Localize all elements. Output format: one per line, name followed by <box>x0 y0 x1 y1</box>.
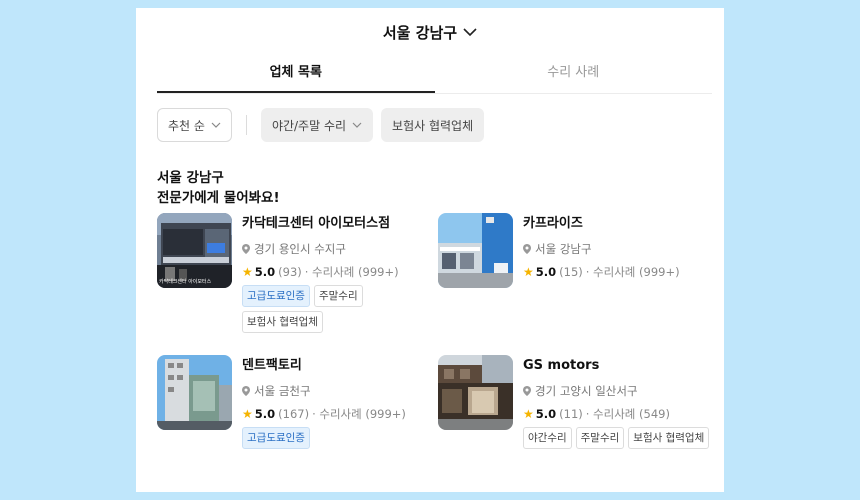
shop-location: 경기 고양시 일산서구 <box>523 383 713 399</box>
shop-card[interactable]: 카프라이즈 서울 강남구 ★ 5.0 (15) · 수리사례 (999+) <box>438 213 717 339</box>
star-icon: ★ <box>242 265 253 279</box>
location-text: 경기 용인시 수지구 <box>254 242 346 256</box>
tab-bar: 업체 목록 수리 사례 <box>157 56 712 94</box>
repair-case-count: · 수리사례 (999+) <box>312 407 406 421</box>
star-icon: ★ <box>523 407 534 421</box>
chevron-down-icon <box>211 122 221 128</box>
shop-tags: 야간수리 주말수리 보험사 협력업체 <box>523 427 713 449</box>
photo-caption-logo: 카닥테크센터 아이모터스 <box>159 279 212 285</box>
location-text: 서울 금천구 <box>254 384 311 398</box>
shop-info: 카프라이즈 서울 강남구 ★ 5.0 (15) · 수리사례 (999+) <box>523 213 680 339</box>
tag-badge: 고급도료인증 <box>242 427 310 449</box>
chevron-down-icon <box>352 122 362 128</box>
headline-subtitle: 전문가에게 물어봐요! <box>157 190 280 206</box>
repair-case-count: · 수리사례 (999+) <box>585 265 680 279</box>
location-text: 서울 강남구 <box>535 242 592 256</box>
sort-dropdown[interactable]: 추천 순 <box>157 108 232 142</box>
star-icon: ★ <box>242 407 253 421</box>
shop-info: 덴트팩토리 서울 금천구 ★ 5.0 (167) · 수리사례 (999+) 고… <box>242 355 432 481</box>
shop-photo[interactable] <box>438 213 513 288</box>
shop-photo[interactable] <box>157 355 232 430</box>
shop-grid: 카닥테크센터 아이모터스 카닥테크센터 아이모터스점 경기 용인시 수지구 ★ … <box>157 213 717 481</box>
repair-case-count: · 수리사례 (549) <box>585 407 670 421</box>
shop-tags: 고급도료인증 <box>242 427 432 449</box>
shop-card[interactable]: 덴트팩토리 서울 금천구 ★ 5.0 (167) · 수리사례 (999+) 고… <box>157 355 438 481</box>
insurance-partner-label: 보험사 협력업체 <box>392 118 474 133</box>
shop-rating: ★ 5.0 (93) · 수리사례 (999+) <box>242 264 432 280</box>
shop-photo[interactable]: 카닥테크센터 아이모터스 <box>157 213 232 288</box>
shop-name[interactable]: 카닥테크센터 아이모터스점 <box>242 216 432 232</box>
review-count: (93) <box>278 265 302 279</box>
insurance-partner-filter[interactable]: 보험사 협력업체 <box>381 108 485 142</box>
map-pin-icon <box>242 244 250 254</box>
tab-repair-cases[interactable]: 수리 사례 <box>435 56 713 93</box>
filter-bar: 추천 순 야간/주말 수리 보험사 협력업체 <box>136 94 724 142</box>
shop-card[interactable]: GS motors 경기 고양시 일산서구 ★ 5.0 (11) · 수리사례 … <box>438 355 717 481</box>
shop-name[interactable]: 카프라이즈 <box>523 216 680 232</box>
filter-divider <box>245 115 247 135</box>
shop-photo[interactable] <box>438 355 513 430</box>
review-count: (167) <box>278 407 310 421</box>
map-pin-icon <box>523 244 531 254</box>
shop-rating: ★ 5.0 (15) · 수리사례 (999+) <box>523 264 680 280</box>
tag-badge: 야간수리 <box>523 427 572 449</box>
sort-label: 추천 순 <box>168 118 205 133</box>
shop-rating: ★ 5.0 (167) · 수리사례 (999+) <box>242 406 432 422</box>
repair-case-count: · 수리사례 (999+) <box>304 265 399 279</box>
rating-score: 5.0 <box>254 265 276 279</box>
tag-badge: 주말수리 <box>313 285 363 307</box>
shop-card[interactable]: 카닥테크센터 아이모터스 카닥테크센터 아이모터스점 경기 용인시 수지구 ★ … <box>157 213 438 339</box>
shop-tags: 고급도료인증 주말수리 보험사 협력업체 <box>242 285 432 333</box>
shop-rating: ★ 5.0 (11) · 수리사례 (549) <box>523 406 713 422</box>
shop-info: 카닥테크센터 아이모터스점 경기 용인시 수지구 ★ 5.0 (93) · 수리… <box>242 213 432 339</box>
star-icon: ★ <box>523 265 534 279</box>
night-weekend-filter[interactable]: 야간/주말 수리 <box>260 108 374 142</box>
shop-location: 경기 용인시 수지구 <box>242 241 432 257</box>
shop-name[interactable]: 덴트팩토리 <box>242 358 432 374</box>
map-pin-icon <box>523 386 531 396</box>
night-weekend-label: 야간/주말 수리 <box>271 118 347 133</box>
region-selector[interactable]: 서울 강남구 <box>136 8 724 56</box>
tag-badge: 보험사 협력업체 <box>628 427 710 449</box>
region-title[interactable]: 서울 강남구 <box>383 22 457 43</box>
tag-badge: 주말수리 <box>575 427 625 449</box>
shop-name[interactable]: GS motors <box>523 358 713 374</box>
map-pin-icon <box>242 386 250 396</box>
rating-score: 5.0 <box>535 407 557 421</box>
chevron-down-icon[interactable] <box>463 27 477 37</box>
rating-score: 5.0 <box>535 265 557 279</box>
headline-region: 서울 강남구 <box>157 170 224 186</box>
tab-shop-list[interactable]: 업체 목록 <box>157 56 435 93</box>
review-count: (15) <box>559 265 583 279</box>
tag-badge: 보험사 협력업체 <box>242 311 323 333</box>
rating-score: 5.0 <box>254 407 276 421</box>
review-count: (11) <box>559 407 583 421</box>
shop-location: 서울 강남구 <box>523 241 680 257</box>
shop-location: 서울 금천구 <box>242 383 432 399</box>
tag-badge: 고급도료인증 <box>242 285 310 307</box>
shop-info: GS motors 경기 고양시 일산서구 ★ 5.0 (11) · 수리사례 … <box>523 355 713 481</box>
location-text: 경기 고양시 일산서구 <box>535 384 638 398</box>
section-headline: 서울 강남구 전문가에게 물어봐요! <box>136 142 724 208</box>
